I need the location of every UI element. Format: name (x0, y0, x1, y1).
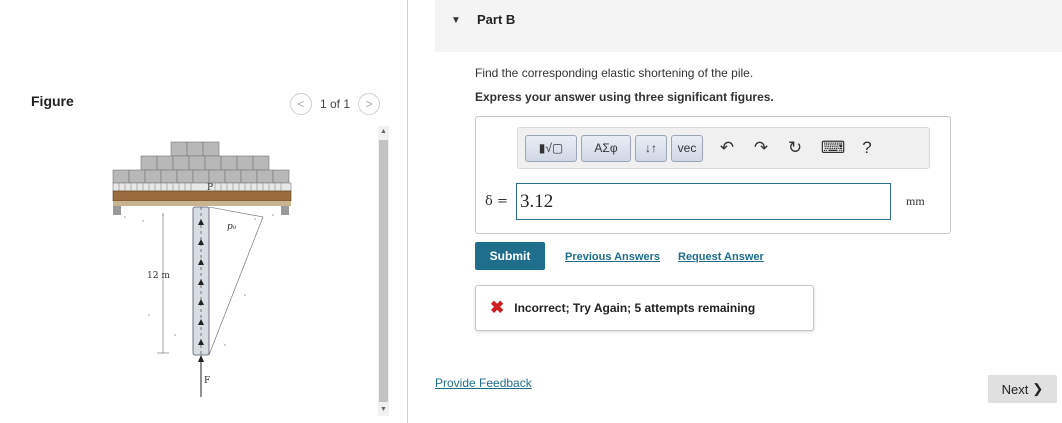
undo-icon[interactable]: ↶ (713, 135, 741, 162)
instruction-text: Express your answer using three signific… (475, 90, 774, 104)
part-label: Part B (477, 12, 516, 27)
question-panel: ▼ Part B Find the corresponding elastic … (409, 0, 1062, 423)
next-label: Next (1001, 381, 1029, 397)
templates-button[interactable]: ▮√▢ (525, 134, 577, 162)
redo-icon[interactable]: ↷ (747, 135, 775, 162)
updown-arrows-button[interactable]: ↓↑ (635, 134, 667, 162)
scroll-down-arrow-icon[interactable]: ▼ (378, 404, 389, 416)
feedback-message: ✖ Incorrect; Try Again; 5 attempts remai… (475, 285, 814, 331)
figure-scrollbar[interactable]: ▲ ▼ (378, 126, 389, 416)
prev-figure-button[interactable]: < (290, 93, 312, 115)
request-answer-link[interactable]: Request Answer (678, 251, 764, 263)
feedback-text: Incorrect; Try Again; 5 attempts remaini… (514, 301, 756, 315)
reset-icon[interactable]: ↻ (781, 135, 809, 162)
next-figure-button[interactable]: > (358, 93, 381, 115)
vec-button[interactable]: vec (671, 134, 703, 162)
submit-button[interactable]: Submit (475, 242, 545, 270)
keyboard-icon[interactable]: ⌨ (819, 135, 847, 162)
pile-figure: P p₀ 12 m F (112, 141, 292, 397)
previous-answers-link[interactable]: Previous Answers (565, 251, 660, 263)
figure-label-p: P (207, 183, 213, 193)
incorrect-x-icon: ✖ (490, 298, 505, 317)
figure-panel: Figure < 1 of 1 > P p₀ 12 m F ▲ ▼ (0, 0, 408, 423)
figure-label-p0: p₀ (227, 222, 237, 232)
figure-label-f: F (204, 376, 210, 386)
chevron-right-icon: ❯ (1032, 381, 1044, 396)
greek-symbols-button[interactable]: ΑΣφ (581, 134, 631, 162)
answer-symbol-label: δ = (485, 194, 508, 209)
provide-feedback-link[interactable]: Provide Feedback (435, 376, 532, 390)
question-text: Find the corresponding elastic shortenin… (475, 66, 754, 80)
help-icon[interactable]: ? (853, 135, 881, 162)
answer-unit: mm (906, 194, 925, 208)
collapse-caret-icon[interactable]: ▼ (451, 15, 461, 26)
part-header[interactable]: ▼ Part B (435, 0, 1062, 52)
figure-title: Figure (31, 93, 74, 109)
math-toolbar: ▮√▢ ΑΣφ ↓↑ vec ↶ ↷ ↻ ⌨ ? (517, 127, 930, 169)
next-button[interactable]: Next ❯ (988, 375, 1057, 403)
figure-label-length: 12 m (147, 271, 170, 281)
answer-input[interactable]: 3.12 (516, 183, 891, 220)
scroll-thumb[interactable] (379, 140, 388, 402)
scroll-up-arrow-icon[interactable]: ▲ (378, 126, 389, 138)
answer-box: ▮√▢ ΑΣφ ↓↑ vec ↶ ↷ ↻ ⌨ ? δ = 3.12 (475, 116, 951, 234)
figure-pager: < 1 of 1 > (290, 93, 381, 115)
figure-count: 1 of 1 (320, 97, 351, 111)
